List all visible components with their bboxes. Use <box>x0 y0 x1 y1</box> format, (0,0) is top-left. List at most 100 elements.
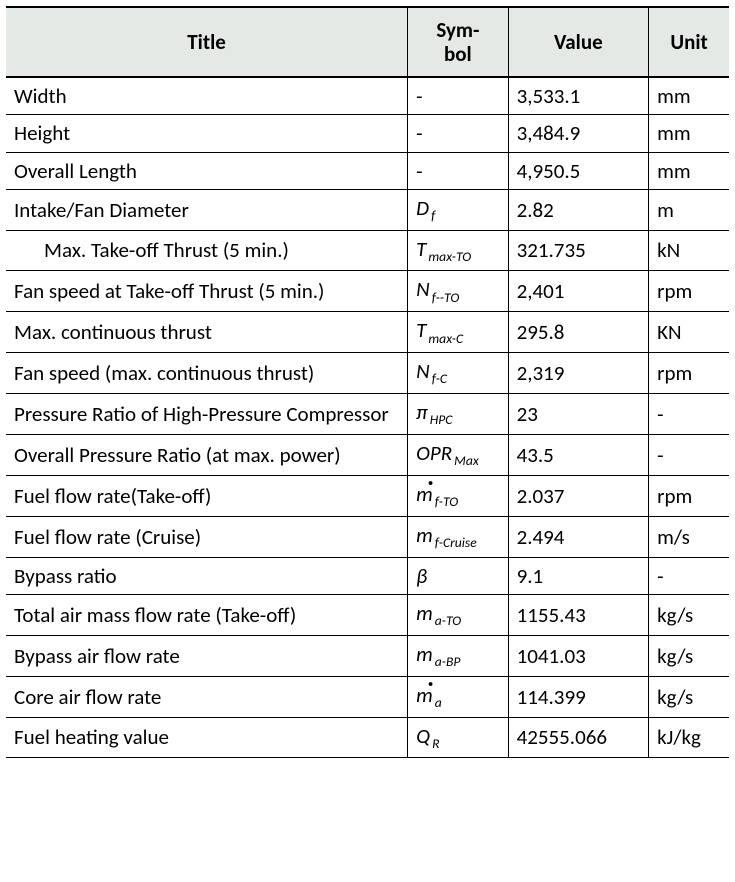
cell-value: 3,484.9 <box>508 115 649 152</box>
table-row: Bypass air flow ratema-BP1041.03kg/s <box>6 635 729 676</box>
cell-title: Width <box>6 77 408 115</box>
cell-value: 1155.43 <box>508 594 649 635</box>
table-row: Fuel flow rate (Cruise)mf-Cruise2.494m/s <box>6 516 729 557</box>
cell-unit: m <box>649 189 729 230</box>
symbol-subscript: Max <box>452 452 479 469</box>
cell-unit: KN <box>649 312 729 353</box>
symbol-main: N <box>416 276 430 302</box>
cell-unit: - <box>649 557 729 594</box>
cell-title: Pressure Ratio of High-Pressure Compress… <box>6 394 408 435</box>
symbol-main: N <box>416 358 430 384</box>
cell-title: Fuel flow rate(Take-off) <box>6 475 408 516</box>
cell-unit: kg/s <box>649 676 729 717</box>
cell-symbol: - <box>408 115 508 152</box>
table-row: Bypass ratioβ9.1- <box>6 557 729 594</box>
cell-value: 23 <box>508 394 649 435</box>
cell-symbol: Tmax-C <box>408 312 508 353</box>
cell-value: 9.1 <box>508 557 649 594</box>
symbol-subscript: R <box>430 735 439 752</box>
cell-title: Fan speed (max. continuous thrust) <box>6 353 408 394</box>
cell-value: 3,533.1 <box>508 77 649 115</box>
table-row: Fan speed (max. continuous thrust)Nf-C2,… <box>6 353 729 394</box>
symbol-main: D <box>416 195 429 221</box>
cell-unit: rpm <box>649 475 729 516</box>
symbol-subscript: a-TO <box>433 612 461 629</box>
cell-unit: mm <box>649 152 729 189</box>
cell-value: 2,401 <box>508 271 649 312</box>
cell-symbol: Tmax-TO <box>408 230 508 271</box>
cell-title: Fuel heating value <box>6 717 408 758</box>
cell-title: Core air flow rate <box>6 676 408 717</box>
cell-value: 2,319 <box>508 353 649 394</box>
symbol-main: m <box>416 683 433 707</box>
spec-table: Title Sym- bol Value Unit Width-3,533.1m… <box>6 6 729 758</box>
cell-symbol: β <box>408 557 508 594</box>
header-symbol: Sym- bol <box>408 7 508 77</box>
cell-unit: m/s <box>649 516 729 557</box>
table-row: Intake/Fan DiameterDf2.82m <box>6 189 729 230</box>
symbol-subscript: a-BP <box>433 653 461 670</box>
cell-title: Total air mass flow rate (Take-off) <box>6 594 408 635</box>
symbol-main: T <box>416 236 426 262</box>
cell-symbol: OPRMax <box>408 435 508 476</box>
cell-symbol: ma-BP <box>408 635 508 676</box>
cell-symbol: Nf-C <box>408 353 508 394</box>
cell-symbol: - <box>408 152 508 189</box>
header-title: Title <box>6 7 408 77</box>
cell-unit: - <box>649 394 729 435</box>
cell-unit: mm <box>649 115 729 152</box>
cell-symbol: - <box>408 77 508 115</box>
cell-title: Bypass ratio <box>6 557 408 594</box>
cell-value: 295.8 <box>508 312 649 353</box>
symbol-main: m <box>416 482 433 506</box>
cell-value: 2.494 <box>508 516 649 557</box>
symbol-subscript: max-TO <box>426 248 471 265</box>
cell-symbol: ma-TO <box>408 594 508 635</box>
table-row: Width-3,533.1mm <box>6 77 729 115</box>
table-row: Pressure Ratio of High-Pressure Compress… <box>6 394 729 435</box>
cell-unit: rpm <box>649 353 729 394</box>
header-value: Value <box>508 7 649 77</box>
header-unit: Unit <box>649 7 729 77</box>
table-row: Fuel heating valueQR42555.066kJ/kg <box>6 717 729 758</box>
cell-symbol: πHPC <box>408 394 508 435</box>
table-header: Title Sym- bol Value Unit <box>6 7 729 77</box>
cell-title: Fuel flow rate (Cruise) <box>6 516 408 557</box>
cell-unit: kJ/kg <box>649 717 729 758</box>
cell-title: Bypass air flow rate <box>6 635 408 676</box>
cell-symbol: mf-Cruise <box>408 516 508 557</box>
symbol-main: m <box>416 600 433 626</box>
cell-unit: - <box>649 435 729 476</box>
table-row: Core air flow ratema114.399kg/s <box>6 676 729 717</box>
cell-unit: kN <box>649 230 729 271</box>
cell-value: 4,950.5 <box>508 152 649 189</box>
cell-title: Intake/Fan Diameter <box>6 189 408 230</box>
symbol-subscript: a <box>433 694 442 711</box>
table-row: Fuel flow rate(Take-off)mf-TO2.037rpm <box>6 475 729 516</box>
cell-value: 2.82 <box>508 189 649 230</box>
symbol-subscript: HPC <box>428 411 453 428</box>
table-row: Max. continuous thrustTmax-C295.8KN <box>6 312 729 353</box>
cell-value: 114.399 <box>508 676 649 717</box>
table-row: Height-3,484.9mm <box>6 115 729 152</box>
cell-title: Height <box>6 115 408 152</box>
table-row: Max. Take-off Thrust (5 min.)Tmax-TO321.… <box>6 230 729 271</box>
symbol-subscript: f-C <box>430 370 447 387</box>
cell-title: Max. Take-off Thrust (5 min.) <box>6 230 408 271</box>
cell-title: Overall Pressure Ratio (at max. power) <box>6 435 408 476</box>
cell-symbol: QR <box>408 717 508 758</box>
symbol-main: π <box>416 399 428 425</box>
table-row: Fan speed at Take-off Thrust (5 min.)Nf-… <box>6 271 729 312</box>
symbol-main: OPR <box>416 440 452 466</box>
cell-symbol: Df <box>408 189 508 230</box>
cell-value: 321.735 <box>508 230 649 271</box>
cell-title: Overall Length <box>6 152 408 189</box>
cell-unit: rpm <box>649 271 729 312</box>
symbol-main: m <box>416 641 433 667</box>
symbol-main: Q <box>416 723 430 749</box>
cell-title: Fan speed at Take-off Thrust (5 min.) <box>6 271 408 312</box>
cell-symbol: ma <box>408 676 508 717</box>
symbol-main: T <box>416 317 426 343</box>
table-row: Overall Pressure Ratio (at max. power)OP… <box>6 435 729 476</box>
cell-value: 42555.066 <box>508 717 649 758</box>
